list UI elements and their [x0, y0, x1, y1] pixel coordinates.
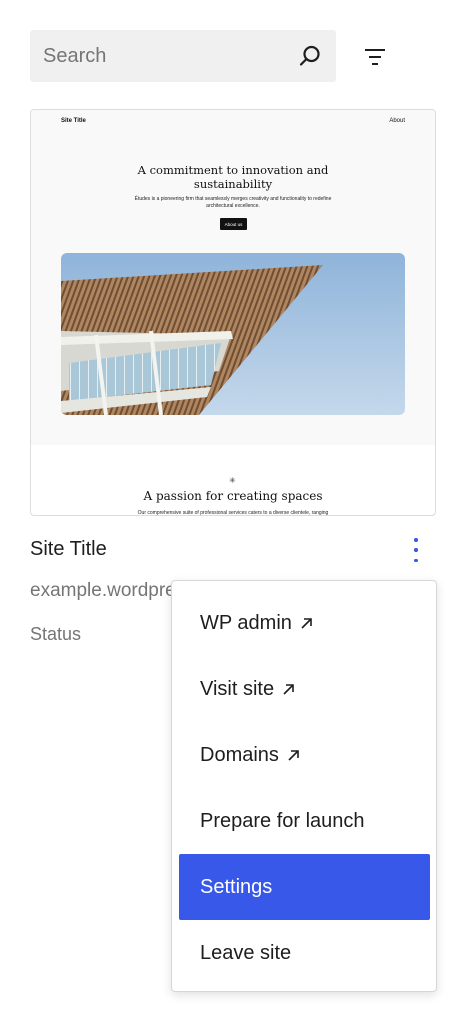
preview-section-subtitle: Our comprehensive suite of professional …	[137, 510, 329, 516]
menu-item-settings[interactable]: Settings	[179, 854, 430, 920]
search-icon[interactable]	[298, 44, 322, 68]
external-link-icon	[283, 683, 294, 695]
menu-item-label: Visit site	[200, 677, 275, 700]
preview-description: Études is a pioneering firm that seamles…	[134, 196, 332, 209]
site-status: Status	[30, 624, 82, 644]
site-preview-thumbnail[interactable]: Site Title About A commitment to innovat…	[30, 109, 436, 516]
menu-item-label: Domains	[200, 743, 279, 766]
search-input[interactable]	[43, 44, 283, 68]
external-link-icon	[301, 617, 312, 629]
preview-nav-about: About	[389, 118, 405, 124]
filter-icon[interactable]	[362, 44, 388, 70]
search-bar	[30, 30, 336, 82]
site-dashboard: Site Title About A commitment to innovat…	[0, 0, 471, 1024]
menu-item-label: Settings	[200, 875, 273, 898]
preview-about-button: About us	[220, 218, 247, 230]
menu-item-leave-site[interactable]: Leave site	[179, 920, 430, 986]
preview-section-title: A passion for creating spaces	[143, 489, 323, 503]
preview-hero-image	[61, 253, 405, 415]
menu-item-wp-admin[interactable]: WP admin	[179, 590, 430, 656]
menu-item-visit-site[interactable]: Visit site	[179, 656, 430, 722]
preview-asterisk-icon: ✳	[229, 476, 236, 485]
menu-item-label: Leave site	[200, 941, 292, 964]
menu-item-domains[interactable]: Domains	[179, 722, 430, 788]
more-options-icon[interactable]	[406, 535, 426, 565]
preview-site-title: Site Title	[61, 118, 86, 124]
external-link-icon	[288, 749, 299, 761]
preview-headline: A commitment to innovation and sustainab…	[137, 163, 329, 191]
site-title[interactable]: Site Title	[30, 538, 107, 561]
menu-item-label: WP admin	[200, 611, 292, 634]
menu-item-label: Prepare for launch	[200, 809, 365, 832]
site-actions-menu: WP admin Visit site Domains Prepare for …	[171, 580, 437, 992]
menu-item-prepare-for-launch[interactable]: Prepare for launch	[179, 788, 430, 854]
